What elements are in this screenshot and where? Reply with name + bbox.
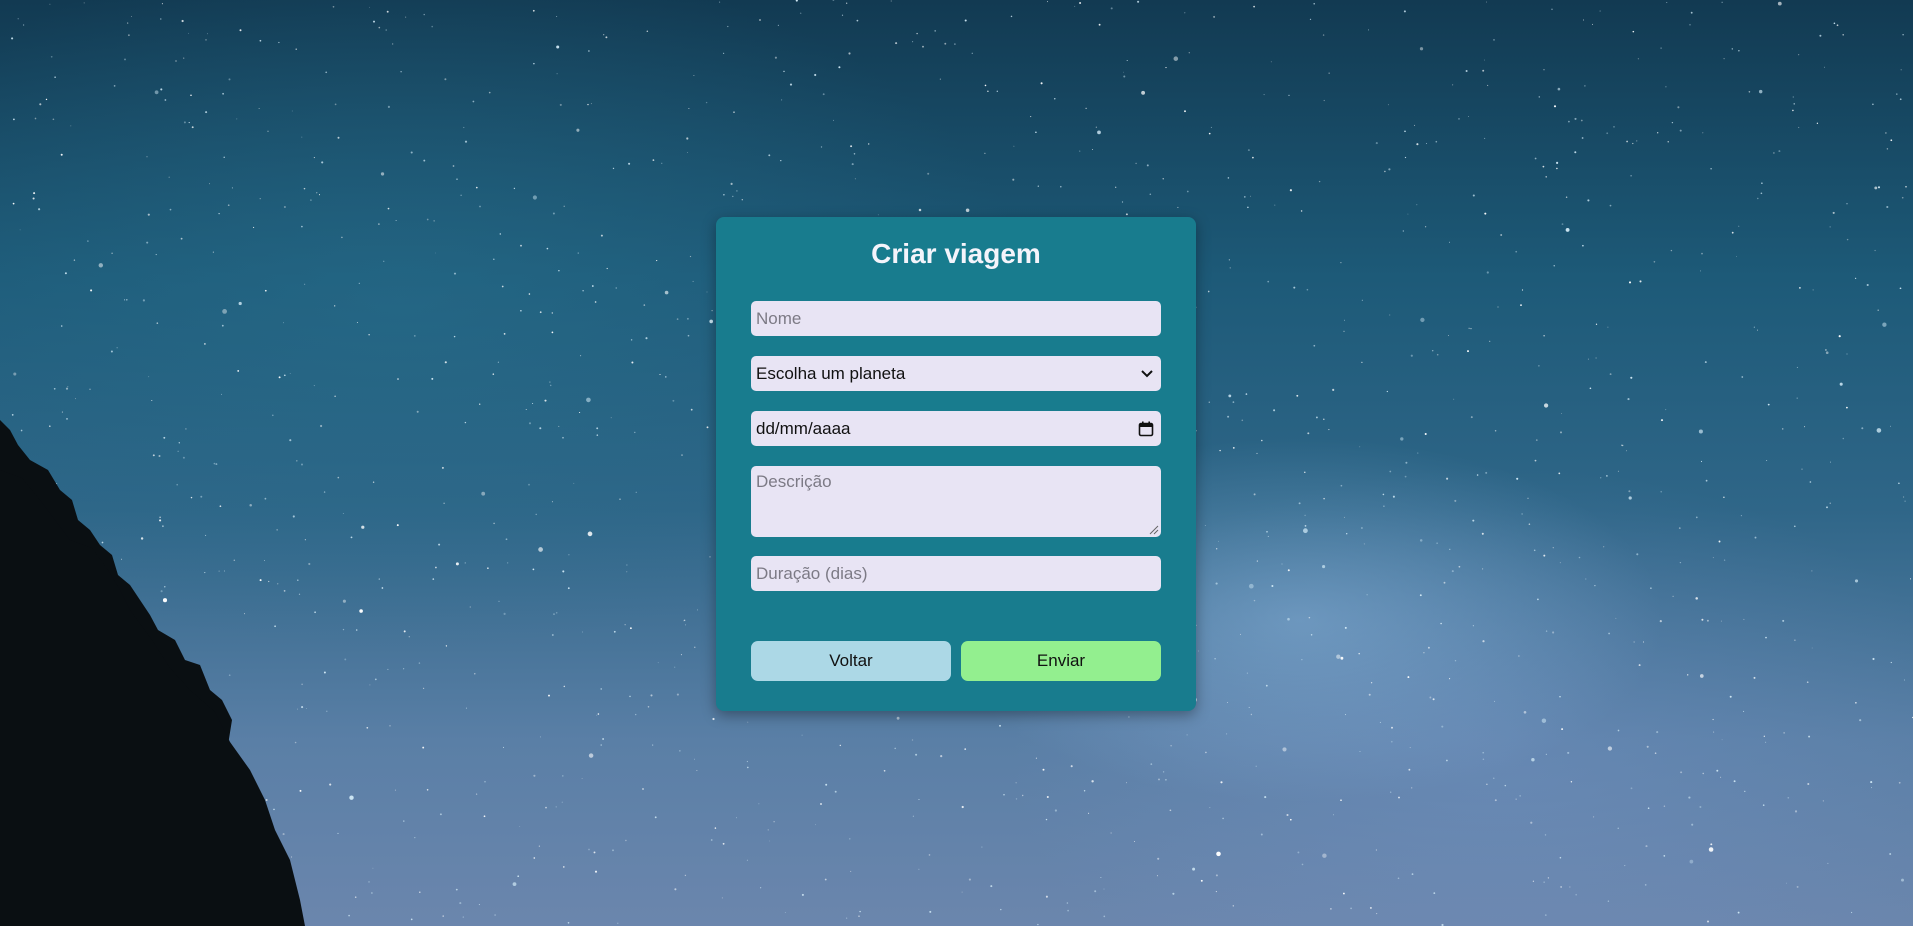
form-title: Criar viagem [871,238,1041,269]
chevron-down-icon [1141,367,1153,381]
resize-grip-icon[interactable] [1149,525,1159,535]
back-button[interactable]: Voltar [751,641,951,681]
create-trip-card: Criar viagem Escolha um planeta dd/mm/aa… [716,217,1196,711]
duration-input[interactable] [751,556,1161,591]
planet-select-value: Escolha um planeta [756,363,906,383]
planet-select[interactable]: Escolha um planeta [751,356,1161,391]
description-textarea[interactable] [751,466,1161,537]
name-input[interactable] [751,301,1161,336]
date-input-value: dd/mm/aaaa [756,418,851,438]
date-input[interactable]: dd/mm/aaaa [751,411,1161,446]
calendar-icon[interactable] [1138,421,1154,437]
submit-button[interactable]: Enviar [961,641,1161,681]
